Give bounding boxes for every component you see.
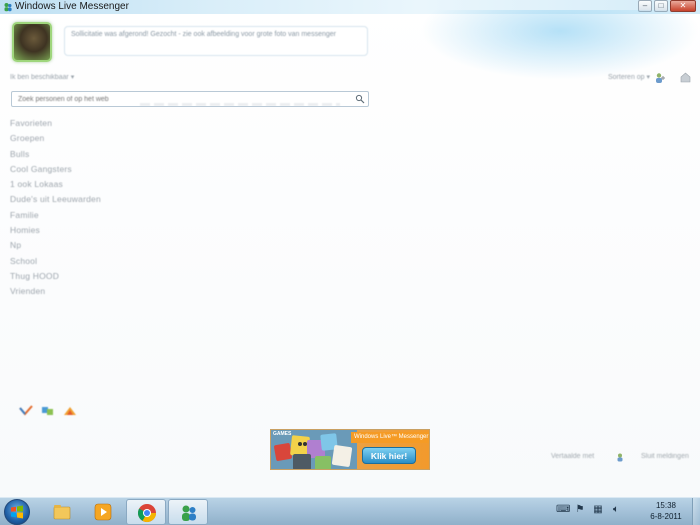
ad-header: Windows Live™ Messenger <box>351 432 429 443</box>
group-item[interactable]: Homies <box>10 225 210 240</box>
personal-message[interactable]: Sollicitatie was afgerond! Gezocht - zie… <box>64 26 368 56</box>
group-item[interactable]: Groepen <box>10 133 210 148</box>
keyboard-icon[interactable]: ⌨ <box>556 504 570 516</box>
action-center-flag-icon[interactable]: ⚑ <box>574 504 586 516</box>
ad-banner[interactable]: GAMES Windows Live™ Messenger Klik hier! <box>270 429 430 470</box>
taskbar-messenger[interactable] <box>168 499 208 525</box>
notifications-link[interactable]: Sluit meldingen <box>641 453 689 460</box>
footer-link[interactable]: Vertaalde met <box>551 453 594 460</box>
window-title: Windows Live Messenger <box>15 1 129 12</box>
contact-groups-list: Favorieten Groepen Bulls Cool Gangsters … <box>10 118 210 302</box>
group-item[interactable]: 1 ook Lokaas <box>10 179 210 194</box>
search-decoration <box>140 103 340 106</box>
taskbar-explorer[interactable] <box>42 499 82 525</box>
group-item[interactable]: Familie <box>10 210 210 225</box>
taskbar-chrome[interactable] <box>126 499 166 525</box>
group-item[interactable]: Vrienden <box>10 286 210 301</box>
network-icon[interactable]: ▦ <box>592 504 604 516</box>
chrome-icon <box>137 504 156 523</box>
group-item[interactable]: Cool Gangsters <box>10 164 210 179</box>
messenger-logo-icon <box>4 3 12 12</box>
ad-logo: GAMES <box>273 431 292 437</box>
system-tray: ⌨ ⚑ ▦ 🔈︎ <box>556 504 622 516</box>
messenger-icon <box>182 505 196 521</box>
group-item[interactable]: Bulls <box>10 149 210 164</box>
group-item[interactable]: Np <box>10 240 210 255</box>
header-decoration <box>420 10 700 80</box>
messenger-window: Windows Live Messenger – □ ✕ Sollicitati… <box>0 0 700 497</box>
windows-logo-icon <box>11 505 23 519</box>
footer-icon[interactable] <box>616 452 626 462</box>
ad-click-button[interactable]: Klik hier! <box>362 447 416 464</box>
add-contact-icon[interactable] <box>654 72 666 84</box>
taskbar-media-player[interactable] <box>83 499 123 525</box>
volume-icon[interactable]: 🔈︎ <box>610 504 622 516</box>
taskbar: ⌨ ⚑ ▦ 🔈︎ 15:38 6-8-2011 <box>0 497 700 525</box>
folder-icon <box>53 505 71 520</box>
hotmail-icon[interactable] <box>19 404 33 416</box>
start-button[interactable] <box>4 499 30 525</box>
group-item[interactable]: Thug HOOD <box>10 271 210 286</box>
group-item[interactable]: School <box>10 256 210 271</box>
avatar[interactable] <box>12 22 52 62</box>
clock-time: 15:38 <box>655 501 677 510</box>
app-shortcuts <box>19 404 77 416</box>
search-icon[interactable] <box>355 94 365 104</box>
group-favorites[interactable]: Favorieten <box>10 118 210 133</box>
group-item[interactable]: Dude's uit Leeuwarden <box>10 194 210 209</box>
status-menu[interactable]: Ik ben beschikbaar ▾ <box>10 73 74 81</box>
clock[interactable]: 15:38 6-8-2011 <box>644 500 688 522</box>
personal-message-text: Sollicitatie was afgerond! Gezocht - zie… <box>71 31 336 38</box>
clock-date: 6-8-2011 <box>650 512 682 521</box>
show-desktop-button[interactable] <box>692 498 700 525</box>
spaces-icon[interactable] <box>63 404 77 416</box>
options-icon[interactable] <box>680 72 691 83</box>
photos-icon[interactable] <box>41 404 55 416</box>
media-player-icon <box>94 503 112 521</box>
sort-menu[interactable]: Sorteren op ▾ <box>608 73 650 81</box>
